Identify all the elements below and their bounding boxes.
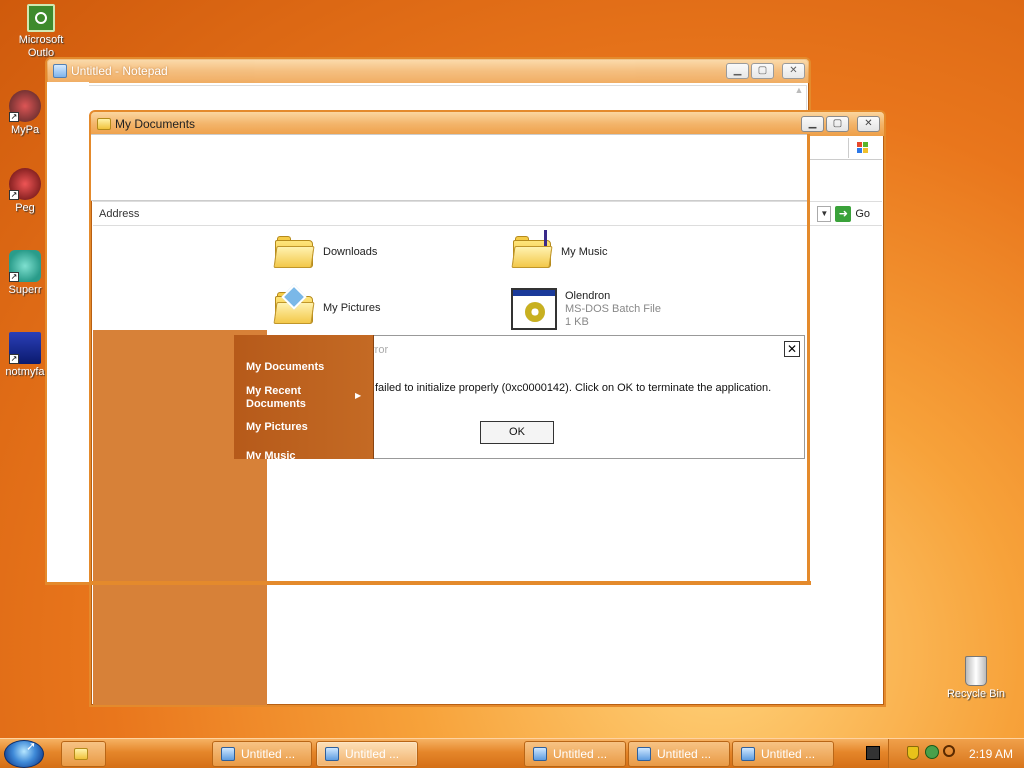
folder-icon: [273, 236, 315, 268]
notepad-left-strip: [47, 82, 89, 582]
desktop-icon-label: Recycle Bin: [946, 688, 1006, 700]
file-name: Downloads: [323, 246, 378, 258]
notepad-icon: [53, 64, 67, 78]
clock[interactable]: 2:19 AM: [969, 747, 1013, 761]
file-item-my-pictures[interactable]: My Pictures: [273, 284, 381, 324]
desktop-icon-label: Peg: [15, 202, 35, 214]
notepad-icon: [637, 747, 651, 761]
desktop-icon-recycle-bin[interactable]: Recycle Bin: [938, 656, 1014, 701]
notepad-title: Untitled - Notepad: [71, 64, 168, 78]
pictures-folder-icon: [273, 284, 315, 324]
start-button[interactable]: [4, 740, 44, 768]
address-label: Address: [99, 207, 140, 220]
mouse-cursor-icon: ➚: [26, 739, 37, 753]
app-shortcut-icon: ↗: [9, 90, 41, 122]
notepad-bottom-border: [45, 581, 811, 585]
file-name: Olendron: [565, 289, 611, 302]
notepad-icon: [533, 747, 547, 761]
go-button[interactable]: ➜ Go: [835, 205, 870, 222]
desktop-icon-superr[interactable]: ↗ Superr: [0, 250, 50, 297]
folder-icon: [74, 748, 88, 760]
taskbar-button-label: Untitled ...: [761, 747, 816, 761]
app-shortcut-icon: ↗: [9, 168, 41, 200]
taskbar-button[interactable]: Untitled ...: [628, 741, 730, 767]
close-icon[interactable]: ✕: [784, 341, 800, 357]
submenu-arrow-icon: ▶: [355, 391, 362, 400]
taskbar-button[interactable]: Untitled ...: [212, 741, 312, 767]
system-tray: 2:19 AM: [888, 739, 1024, 768]
scroll-up-arrow-icon[interactable]: ▲: [791, 85, 807, 103]
taskbar-button-label: Untitled ...: [241, 747, 296, 761]
ok-button[interactable]: OK: [480, 421, 554, 444]
error-message: failed to initialize properly (0xc000014…: [375, 382, 772, 394]
taskbar: ➚ Untitled ... Untitled ... Untitled ...…: [0, 738, 1024, 768]
explorer-title: My Documents: [115, 117, 196, 131]
maximize-button[interactable]: ▢: [751, 63, 774, 79]
taskbar-button-label: Untitled ...: [657, 747, 712, 761]
go-label: Go: [855, 207, 870, 220]
file-name: My Music: [561, 246, 608, 258]
minimize-button[interactable]: ▁: [801, 116, 824, 132]
app-shortcut-icon: ↗: [9, 332, 41, 364]
file-name: My Pictures: [323, 302, 381, 314]
start-menu-panel: My Documents My Recent Documents ▶ My Pi…: [234, 335, 374, 459]
search-icon[interactable]: [943, 745, 955, 757]
address-dropdown-button[interactable]: ▼: [817, 205, 832, 222]
desktop-icon-outlook[interactable]: Microsoft Outlo: [2, 4, 80, 60]
start-menu-item-recent-documents[interactable]: My Recent Documents: [246, 385, 338, 411]
desktop-icon-notmyfa[interactable]: ↗ notmyfa: [0, 332, 50, 379]
desktop-icon-label: notmyfa: [5, 366, 45, 378]
taskbar-button-label: Untitled ...: [553, 747, 608, 761]
desktop-icon-label: MyPa: [10, 124, 40, 136]
taskbar-button[interactable]: Untitled ...: [524, 741, 626, 767]
notepad-icon: [221, 747, 235, 761]
keyboard-icon[interactable]: [866, 746, 880, 760]
file-size: 1 KB: [565, 315, 589, 328]
notepad-icon: [741, 747, 755, 761]
file-item-olendron[interactable]: Olendron MS-DOS Batch File 1 KB: [511, 288, 661, 330]
recycle-bin-icon: [965, 656, 987, 686]
folder-icon: [97, 118, 111, 130]
file-item-my-music[interactable]: My Music: [511, 230, 608, 268]
close-button[interactable]: ✕: [857, 116, 880, 132]
start-menu-item-my-pictures[interactable]: My Pictures: [246, 421, 308, 433]
windows-logo-icon: [848, 138, 876, 158]
taskbar-button-active[interactable]: Untitled ...: [316, 741, 418, 767]
go-arrow-icon: ➜: [835, 205, 852, 222]
notepad-titlebar[interactable]: Untitled - Notepad ▁ ▢ ✕: [47, 59, 809, 83]
notepad-icon: [325, 747, 339, 761]
taskbar-button[interactable]: Untitled ...: [732, 741, 834, 767]
address-bar: Address ▼ ➜ Go: [93, 202, 882, 226]
maximize-button[interactable]: ▢: [826, 116, 849, 132]
file-item-downloads[interactable]: Downloads: [273, 236, 378, 268]
desktop-icon-label: Superr: [8, 284, 42, 296]
outlook-icon: [27, 4, 55, 32]
security-shield-icon[interactable]: [907, 746, 919, 760]
taskbar-button-label: Untitled ...: [345, 747, 400, 761]
notepad-right-border: [807, 134, 810, 584]
music-folder-icon: [511, 230, 553, 268]
minimize-button[interactable]: ▁: [726, 63, 749, 79]
file-type: MS-DOS Batch File: [565, 302, 661, 315]
start-menu-item-my-documents[interactable]: My Documents: [246, 361, 324, 373]
close-button[interactable]: ✕: [782, 63, 805, 79]
app-shortcut-icon: ↗: [9, 250, 41, 282]
network-icon[interactable]: [925, 745, 939, 759]
quick-launch-explorer[interactable]: [61, 741, 106, 767]
batch-file-icon: [511, 288, 557, 330]
start-menu-item-my-music[interactable]: My Music: [246, 450, 296, 459]
desktop-icon-peg[interactable]: ↗ Peg: [0, 168, 50, 215]
explorer-titlebar[interactable]: My Documents ▁ ▢ ✕: [91, 112, 884, 136]
notepad-overlap-region: [91, 134, 809, 201]
desktop-icon-mypa[interactable]: ↗ MyPa: [0, 90, 50, 137]
